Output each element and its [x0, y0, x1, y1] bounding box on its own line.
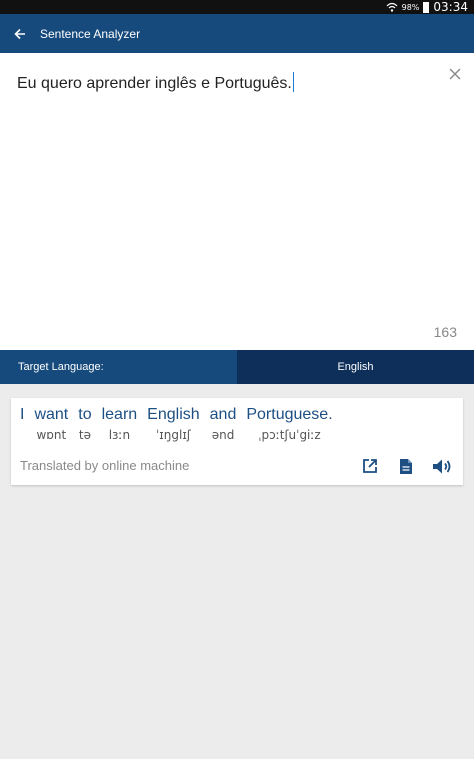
word-text[interactable]: and	[210, 405, 237, 425]
translated-word[interactable]: English ˈɪŋglɪʃ	[147, 405, 199, 443]
translated-word[interactable]: want wɒnt	[34, 405, 68, 443]
back-arrow-icon[interactable]	[0, 14, 40, 53]
character-count: 163	[433, 324, 457, 340]
page-title: Sentence Analyzer	[40, 26, 141, 41]
word-phonetic: wɒnt	[36, 428, 67, 442]
battery-icon	[423, 1, 430, 13]
translation-card: Iwant wɒnt to tə learn lɜːn English ˈɪŋglɪʃ and ə…	[11, 398, 463, 485]
sentence-text-row[interactable]: Eu quero aprender inglês e Português.	[17, 72, 295, 93]
translated-word[interactable]: learn lɜːn	[102, 405, 138, 443]
clear-icon[interactable]	[446, 65, 464, 83]
translation-actions	[357, 455, 455, 477]
status-bar: 98% 03:34	[0, 0, 474, 14]
target-language-select[interactable]: English	[237, 350, 474, 384]
sentence-text[interactable]: Eu quero aprender inglês e Português.	[17, 75, 292, 92]
app-bar: Sentence Analyzer	[0, 14, 474, 53]
document-icon[interactable]	[393, 455, 419, 477]
word-phonetic: tə	[78, 428, 91, 442]
open-external-icon[interactable]	[357, 455, 383, 477]
text-cursor	[292, 72, 295, 92]
translated-word[interactable]: I	[20, 405, 24, 443]
target-language-label: Target Language:	[0, 350, 237, 384]
translated-word[interactable]: to tə	[78, 405, 91, 443]
wifi-icon	[386, 2, 398, 12]
word-text[interactable]: want	[34, 405, 68, 425]
clock: 03:34	[433, 0, 468, 14]
word-text[interactable]: English	[147, 405, 199, 425]
word-text[interactable]: I	[20, 405, 24, 425]
word-phonetic: ˌpɔːtʃuˈgiːz	[258, 428, 321, 442]
speaker-icon[interactable]	[429, 455, 455, 477]
word-phonetic: ˈɪŋglɪʃ	[156, 428, 191, 442]
sentence-input[interactable]: Eu quero aprender inglês e Português. 16…	[0, 53, 474, 350]
word-text[interactable]: to	[78, 405, 91, 425]
word-text[interactable]: Portuguese.	[246, 405, 332, 425]
word-phonetic: ənd	[211, 428, 235, 442]
translated-words: Iwant wɒnt to tə learn lɜːn English ˈɪŋglɪʃ and ə…	[20, 405, 343, 443]
word-phonetic: lɜːn	[108, 428, 131, 442]
translated-word[interactable]: and ənd	[210, 405, 237, 443]
word-text[interactable]: learn	[102, 405, 138, 425]
translation-credit: Translated by online machine	[20, 458, 190, 473]
target-language-bar: Target Language: English	[0, 350, 474, 384]
translated-word[interactable]: Portuguese. ˌpɔːtʃuˈgiːz	[246, 405, 332, 443]
battery-percent: 98%	[401, 2, 420, 12]
